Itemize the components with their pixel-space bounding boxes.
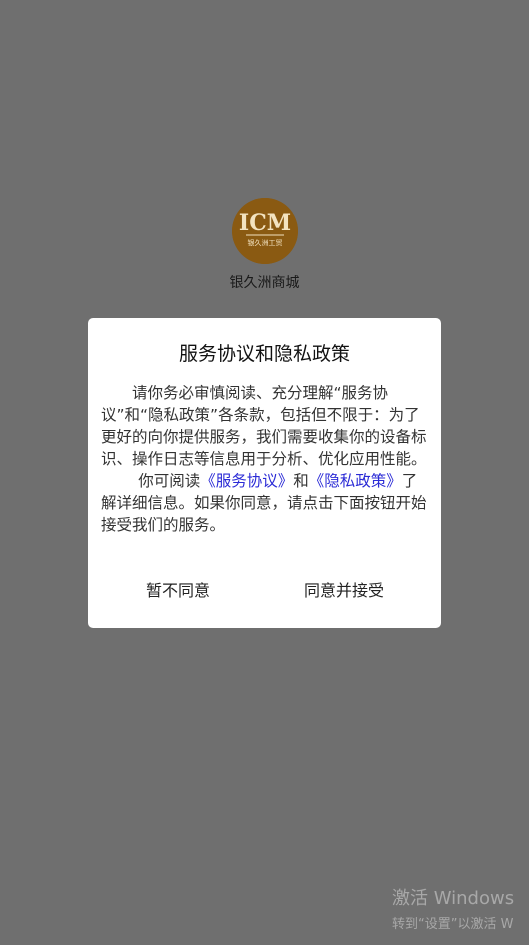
agree-button[interactable]: 同意并接受 — [284, 576, 404, 606]
para2-prefix: 你可阅读 — [138, 472, 201, 490]
splash-screen: ICM 银久洲工贸 银久洲商城 服务协议和隐私政策 请你务必审慎阅读、充分理解“… — [0, 0, 529, 945]
logo-icon: ICM 银久洲工贸 — [232, 198, 298, 264]
privacy-dialog: 服务协议和隐私政策 请你务必审慎阅读、充分理解“服务协议”和“隐私政策”各条款，… — [88, 318, 441, 628]
privacy-policy-link[interactable]: 《隐私政策》 — [309, 472, 402, 490]
svg-text:ICM: ICM — [239, 210, 291, 236]
service-agreement-link[interactable]: 《服务协议》 — [200, 472, 293, 490]
dialog-title: 服务协议和隐私政策 — [178, 343, 350, 365]
para2-and: 和 — [293, 472, 309, 490]
dialog-paragraph-1: 请你务必审慎阅读、充分理解“服务协议”和“隐私政策”各条款，包括但不限于：为了更… — [101, 384, 427, 468]
app-name: 银久洲商城 — [229, 275, 300, 291]
app-logo: ICM 银久洲工贸 — [232, 198, 298, 264]
svg-text:银久洲工贸: 银久洲工贸 — [248, 238, 283, 247]
windows-activation-watermark: 激活 Windows 转到“设置”以激活 W — [392, 888, 514, 934]
disagree-button[interactable]: 暂不同意 — [128, 576, 228, 606]
watermark-title: 激活 Windows — [392, 888, 515, 909]
dialog-body: 请你务必审慎阅读、充分理解“服务协议”和“隐私政策”各条款，包括但不限于：为了更… — [101, 382, 427, 536]
dialog-paragraph-2: 你可阅读《服务协议》和《隐私政策》了解详细信息。如果你同意，请点击下面按钮开始接… — [101, 470, 427, 536]
watermark-subtitle: 转到“设置”以激活 W — [392, 917, 514, 932]
